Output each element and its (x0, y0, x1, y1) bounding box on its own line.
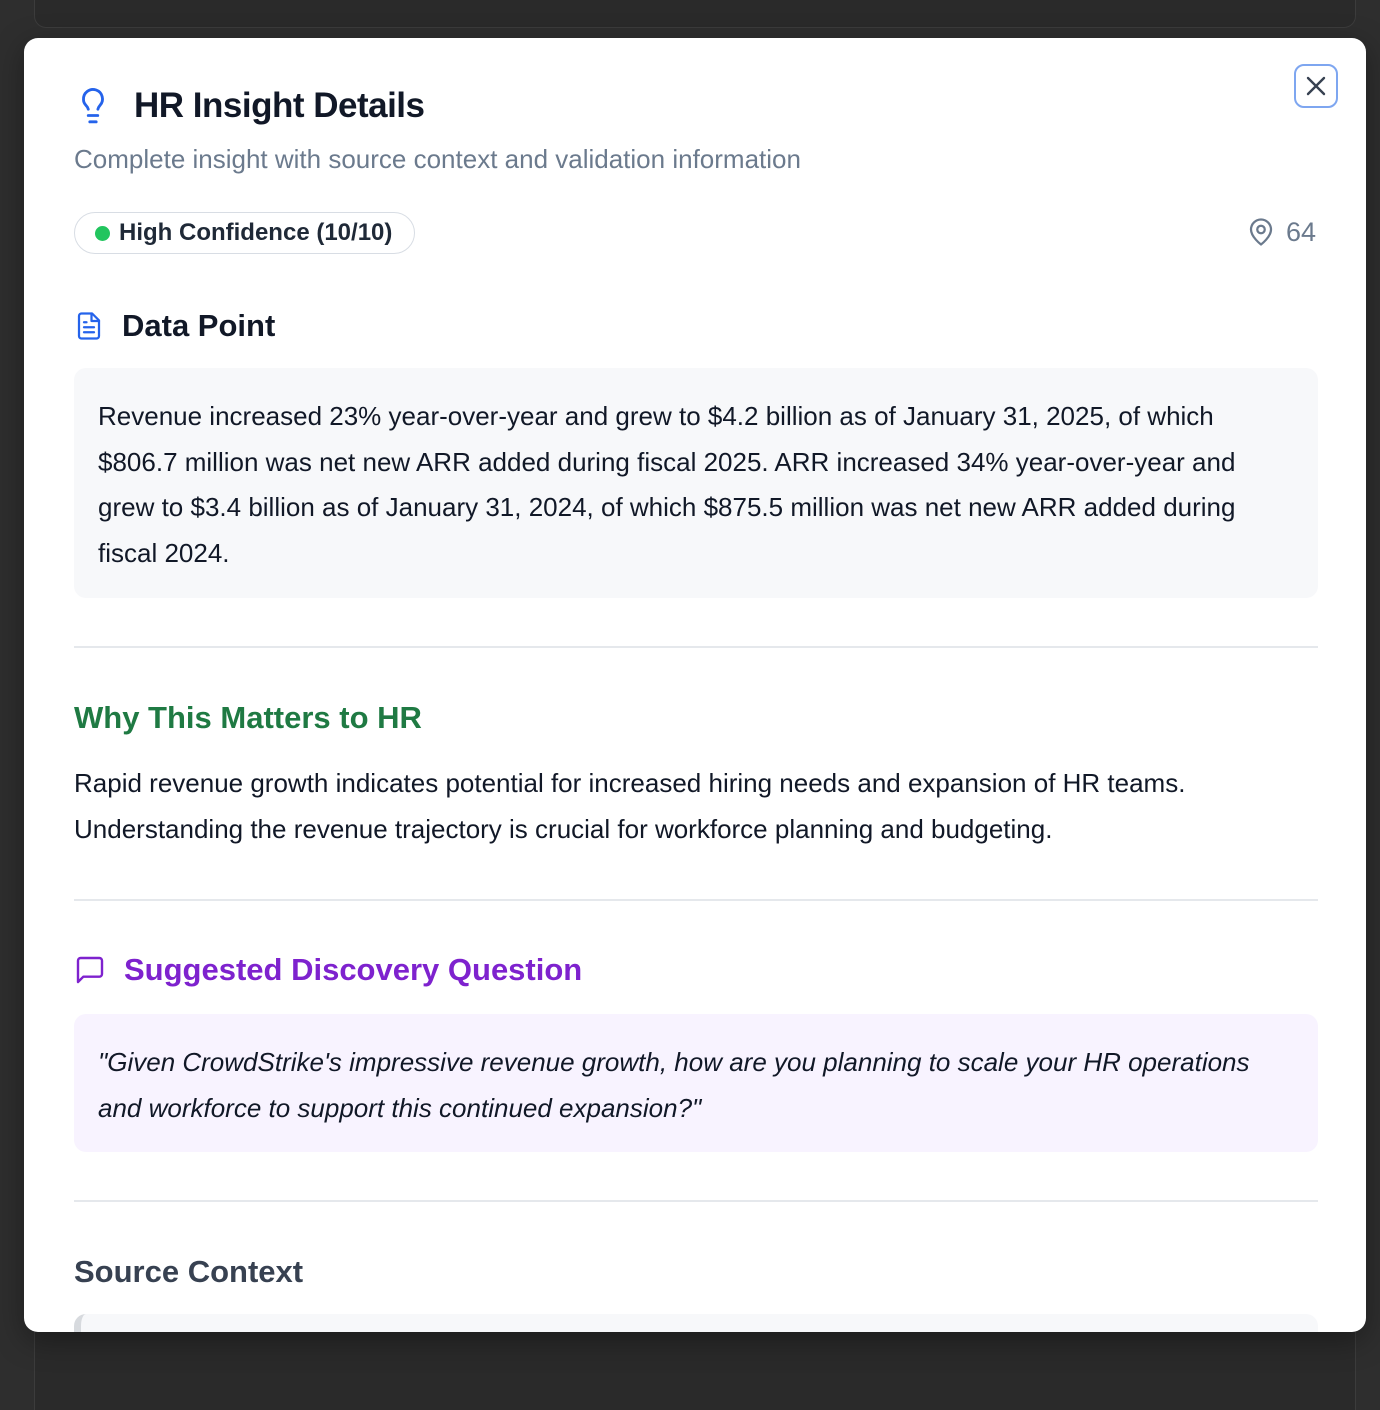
modal-title: HR Insight Details (134, 86, 425, 125)
message-square-icon (76, 956, 104, 984)
data-point-text: Revenue increased 23% year-over-year and… (74, 368, 1318, 598)
map-pin-icon (1249, 218, 1273, 246)
question-text: "Given CrowdStrike's impressive revenue … (74, 1014, 1318, 1152)
modal-header: HR Insight Details (74, 86, 425, 126)
source-heading: Source Context (74, 1254, 304, 1289)
insight-details-modal: HR Insight Details Complete insight with… (24, 38, 1366, 1332)
question-title: Suggested Discovery Question (124, 952, 583, 987)
divider (74, 646, 1318, 648)
data-point-title: Data Point (122, 308, 276, 343)
location-value: 64 (1285, 216, 1316, 247)
why-text: Rapid revenue growth indicates potential… (74, 768, 1186, 844)
background-card-bottom (34, 1330, 1356, 1410)
question-heading: Suggested Discovery Question (74, 952, 582, 988)
modal-subtitle: Complete insight with source context and… (74, 144, 801, 174)
close-button[interactable] (1294, 64, 1338, 108)
background-card (34, 0, 1356, 28)
data-point-heading: Data Point (74, 308, 275, 344)
status-dot (95, 225, 110, 241)
confidence-label: High Confidence (10/10) (119, 219, 393, 246)
document-icon (77, 312, 101, 340)
lightbulb-icon (82, 88, 104, 124)
source-context-box (74, 1314, 1318, 1332)
why-heading: Why This Matters to HR (74, 700, 422, 735)
close-icon (1306, 76, 1326, 96)
divider (74, 899, 1318, 901)
confidence-badge: High Confidence (10/10) (74, 212, 416, 254)
location-indicator: 64 (1246, 216, 1316, 248)
divider (74, 1200, 1318, 1202)
